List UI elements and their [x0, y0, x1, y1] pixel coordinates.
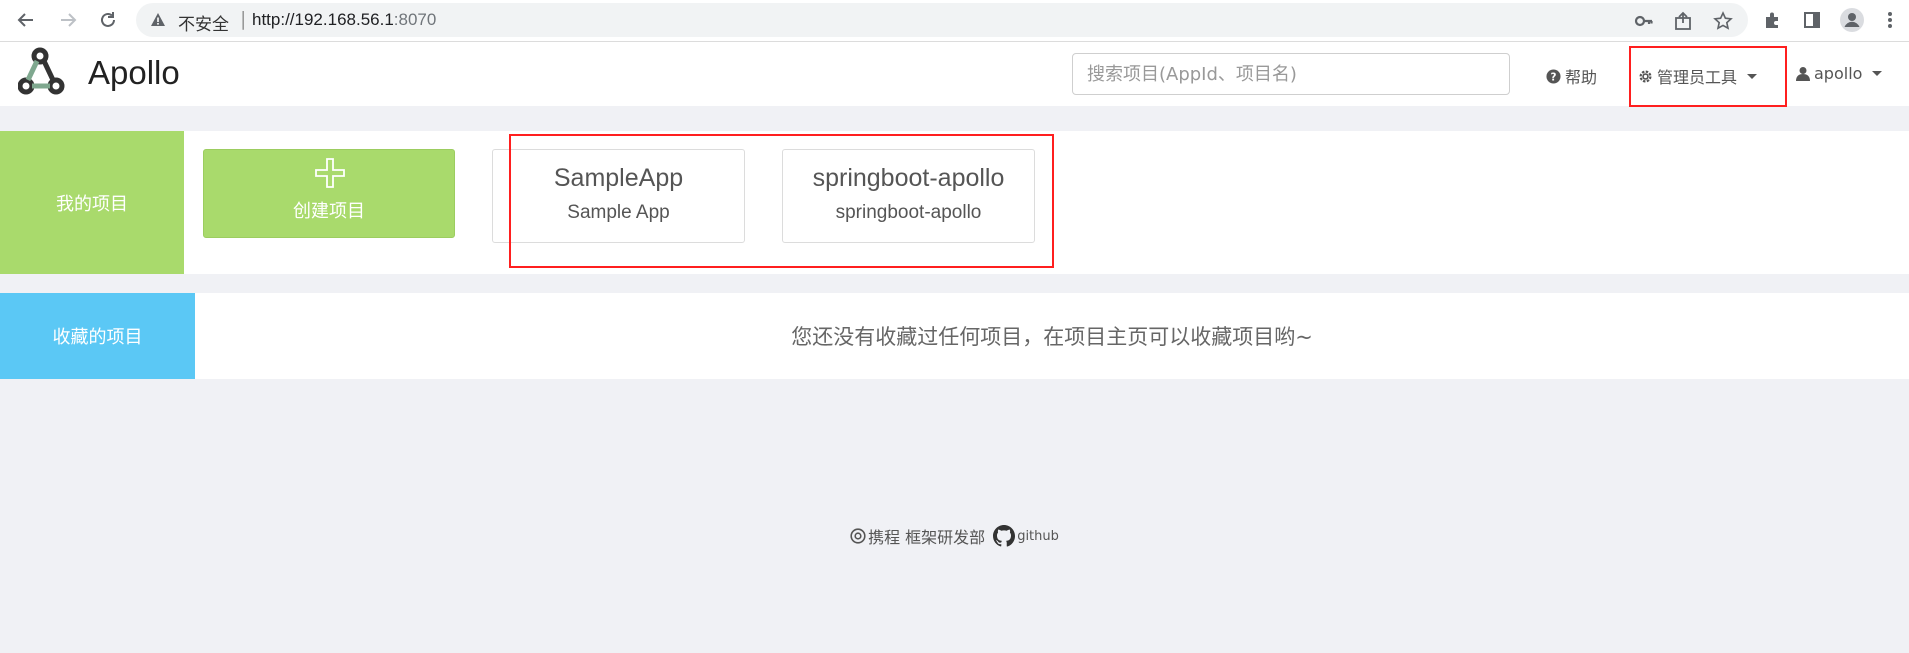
favorite-projects-label: 收藏的项目: [52, 327, 143, 348]
warning-icon: [150, 12, 166, 32]
profile-avatar-icon[interactable]: [1840, 8, 1864, 32]
my-projects-label-block: 我的项目: [0, 131, 184, 274]
url-port: :8070: [393, 10, 437, 29]
user-dropdown[interactable]: apollo: [1796, 64, 1883, 83]
bookmark-star-icon[interactable]: [1712, 10, 1734, 32]
help-label: 帮助: [1565, 68, 1598, 87]
search-input[interactable]: [1072, 53, 1510, 95]
svg-text:?: ?: [1551, 71, 1557, 83]
forward-button[interactable]: [56, 8, 80, 32]
annotation-box-projects: [509, 134, 1054, 268]
address-bar[interactable]: 不安全 | http://192.168.56.1:8070: [136, 3, 1748, 37]
plus-icon: [315, 158, 345, 188]
github-icon[interactable]: [993, 525, 1016, 547]
favorites-empty-message: 您还没有收藏过任何项目，在项目主页可以收藏项目哟~: [791, 325, 1313, 349]
url-text[interactable]: http://192.168.56.1:8070: [252, 10, 436, 30]
logo-text[interactable]: Apollo: [88, 54, 180, 92]
annotation-box-admin-tools: [1629, 46, 1787, 107]
create-project-button[interactable]: 创建项目: [203, 149, 455, 238]
question-circle-icon: ?: [1546, 68, 1561, 84]
side-panel-icon[interactable]: [1800, 8, 1824, 32]
user-icon: [1796, 67, 1810, 81]
security-label[interactable]: 不安全: [178, 10, 229, 35]
browser-menu-icon[interactable]: [1878, 8, 1902, 32]
back-arrow-icon: [17, 13, 33, 27]
help-link[interactable]: ? 帮助: [1546, 64, 1597, 88]
address-separator: |: [240, 8, 247, 30]
extensions-icon[interactable]: [1760, 8, 1784, 32]
browser-toolbar: 不安全 | http://192.168.56.1:8070: [0, 0, 1909, 42]
favorite-projects-section: 收藏的项目 您还没有收藏过任何项目，在项目主页可以收藏项目哟~: [0, 293, 1909, 379]
share-icon[interactable]: [1672, 10, 1694, 32]
top-navbar: Apollo ? 帮助 管理员工具 apollo: [0, 42, 1909, 106]
footer: 携程 框架研发部 github: [0, 524, 1909, 548]
reload-icon: [101, 12, 115, 27]
create-project-label: 创建项目: [293, 201, 365, 222]
chevron-down-icon: [1872, 71, 1883, 76]
forward-arrow-icon: [61, 13, 77, 27]
url-host: http://192.168.56.1: [252, 10, 394, 29]
copyright-icon: [850, 528, 866, 544]
back-button[interactable]: [14, 8, 38, 32]
favorite-projects-label-block: 收藏的项目: [0, 293, 195, 379]
user-label: apollo: [1814, 64, 1863, 83]
footer-copyright: 携程 框架研发部: [868, 528, 986, 547]
reload-button[interactable]: [96, 8, 120, 32]
my-projects-label: 我的项目: [56, 193, 128, 215]
apollo-logo-icon[interactable]: [17, 46, 65, 102]
key-icon[interactable]: [1633, 10, 1655, 32]
footer-github-link[interactable]: github: [1017, 529, 1059, 544]
